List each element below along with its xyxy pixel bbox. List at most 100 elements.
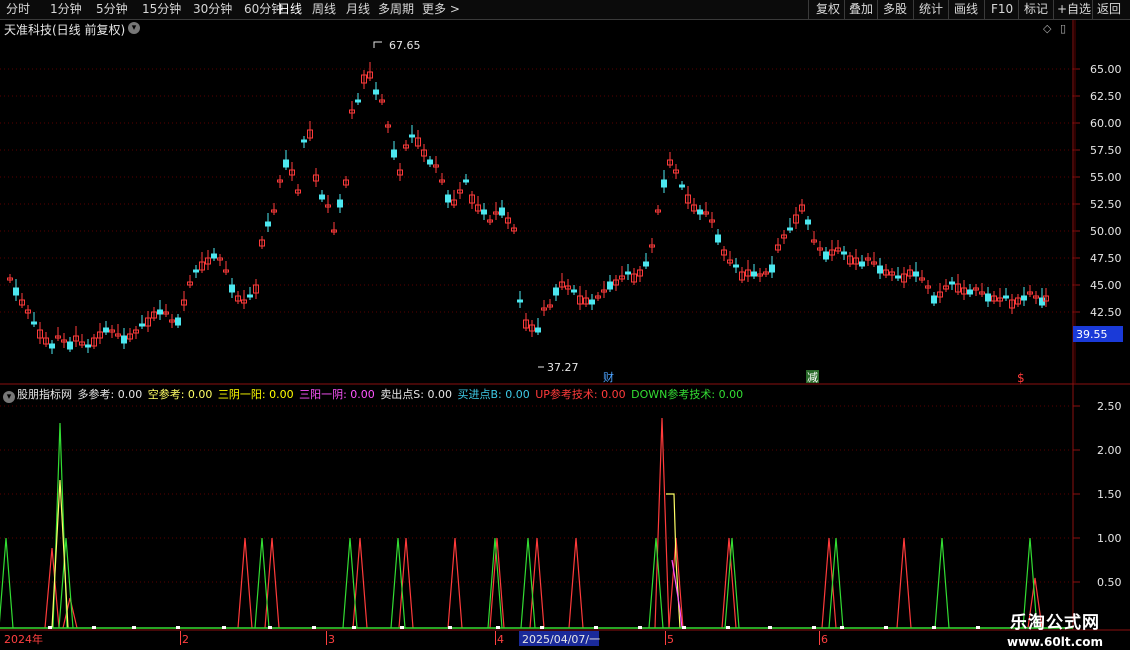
candle-body xyxy=(283,159,289,168)
baseline-dot xyxy=(682,626,686,629)
candle-body xyxy=(769,264,775,273)
candle-body xyxy=(13,287,19,296)
down-spike xyxy=(52,422,68,629)
chart-canvas[interactable]: 65.00 62.50 60.00 57.50 55.00 52.50 50.0… xyxy=(0,0,1130,650)
watermark-url: www.60lt.com xyxy=(1006,635,1104,649)
candle-body xyxy=(787,227,793,231)
legend-down-ref: DOWN参考技术: 0.00 xyxy=(631,388,744,401)
candle-body xyxy=(121,335,127,344)
candle-body xyxy=(463,179,469,183)
baseline-dot xyxy=(176,626,180,629)
baseline-dot xyxy=(132,626,136,629)
candle-body xyxy=(499,207,505,216)
legend-short-ref: 空参考: 0.00 xyxy=(147,388,213,401)
candle-body xyxy=(337,199,343,208)
yellow-spike xyxy=(51,479,69,629)
baseline-dot xyxy=(540,626,544,629)
candle-body xyxy=(391,149,397,158)
price-tick: 55.00 xyxy=(1090,171,1122,184)
candle-body xyxy=(427,159,433,165)
up-spike xyxy=(264,537,280,629)
candle-body xyxy=(949,281,955,285)
candle-body xyxy=(1021,295,1027,301)
candle-body xyxy=(481,209,487,215)
legend-sell-point: 卖出点S: 0.00 xyxy=(380,388,452,401)
candle-body xyxy=(373,89,379,95)
legend-buy-point: 买进点B: 0.00 xyxy=(457,388,530,401)
indicator-name[interactable]: 股朋指标网 xyxy=(17,388,72,401)
candle-body xyxy=(1003,295,1009,299)
candle-body xyxy=(967,289,973,295)
candle-body xyxy=(913,271,919,277)
candle-body xyxy=(229,284,235,293)
candle-body xyxy=(247,294,253,298)
up-spike xyxy=(447,537,463,629)
candle-body xyxy=(733,264,739,268)
price-tick: 60.00 xyxy=(1090,117,1122,130)
price-tick: 62.50 xyxy=(1090,90,1122,103)
baseline-dot xyxy=(400,626,404,629)
up-spike xyxy=(44,547,60,629)
candle-body xyxy=(985,293,991,302)
finance-event-marker[interactable]: 财 xyxy=(603,370,614,384)
candle-body xyxy=(355,99,361,103)
legend-up-ref: UP参考技术: 0.00 xyxy=(535,388,626,401)
candle-body xyxy=(841,251,847,255)
baseline-dot xyxy=(496,626,500,629)
candlestick-series xyxy=(7,62,1049,354)
candle-body xyxy=(175,317,181,326)
baseline-dot xyxy=(222,626,226,629)
baseline-dot xyxy=(92,626,96,629)
indicator-tick: 0.50 xyxy=(1097,576,1122,589)
price-tick: 50.00 xyxy=(1090,225,1122,238)
candle-body xyxy=(715,234,721,243)
reduce-event-marker[interactable]: 减 xyxy=(807,371,818,384)
candle-body xyxy=(139,323,145,327)
candle-body xyxy=(85,344,91,348)
up-spike xyxy=(654,417,670,629)
candle-body xyxy=(805,219,811,225)
high-marker xyxy=(373,41,382,48)
indicator-legend: ▾ 股朋指标网 多参考: 0.00 空参考: 0.00 三阴一阳: 0.00 三阳… xyxy=(0,386,745,403)
baseline-dot xyxy=(312,626,316,629)
up-spike xyxy=(237,537,253,629)
baseline-dot xyxy=(352,626,356,629)
time-label: 2 xyxy=(182,633,189,646)
candle-body xyxy=(679,184,685,188)
price-tick: 65.00 xyxy=(1090,63,1122,76)
candle-body xyxy=(823,251,829,260)
dividend-event-marker[interactable]: $ xyxy=(1017,371,1025,385)
baseline-dot xyxy=(768,626,772,629)
baseline-dot xyxy=(812,626,816,629)
legend-three-down-one-up: 三阴一阳: 0.00 xyxy=(217,388,294,401)
time-label: 6 xyxy=(821,633,828,646)
chevron-down-icon[interactable]: ▾ xyxy=(3,391,15,403)
candle-body xyxy=(877,265,883,274)
candle-body xyxy=(895,275,901,279)
high-price-label: 67.65 xyxy=(389,39,421,52)
candle-body xyxy=(931,295,937,304)
time-label: 3 xyxy=(328,633,335,646)
baseline-dot xyxy=(48,626,52,629)
baseline-dot xyxy=(638,626,642,629)
indicator-tick: 2.50 xyxy=(1097,400,1122,413)
candle-body xyxy=(31,321,37,325)
time-label: 2024年 xyxy=(4,632,43,646)
candle-body xyxy=(49,343,55,349)
price-tick: 52.50 xyxy=(1090,198,1122,211)
down-spike xyxy=(254,537,270,629)
candle-body xyxy=(553,287,559,296)
candle-body xyxy=(751,271,757,277)
down-spike xyxy=(0,537,14,629)
up-spike xyxy=(62,597,78,629)
candle-body xyxy=(859,261,865,267)
legend-long-ref: 多参考: 0.00 xyxy=(77,388,143,401)
candle-body xyxy=(301,139,307,143)
baseline-dot xyxy=(268,626,272,629)
baseline-dot xyxy=(726,626,730,629)
candle-body xyxy=(535,327,541,333)
indicator-grid xyxy=(0,405,1080,583)
price-tick: 42.50 xyxy=(1090,306,1122,319)
candle-body xyxy=(445,194,451,203)
baseline-dot xyxy=(976,626,980,629)
